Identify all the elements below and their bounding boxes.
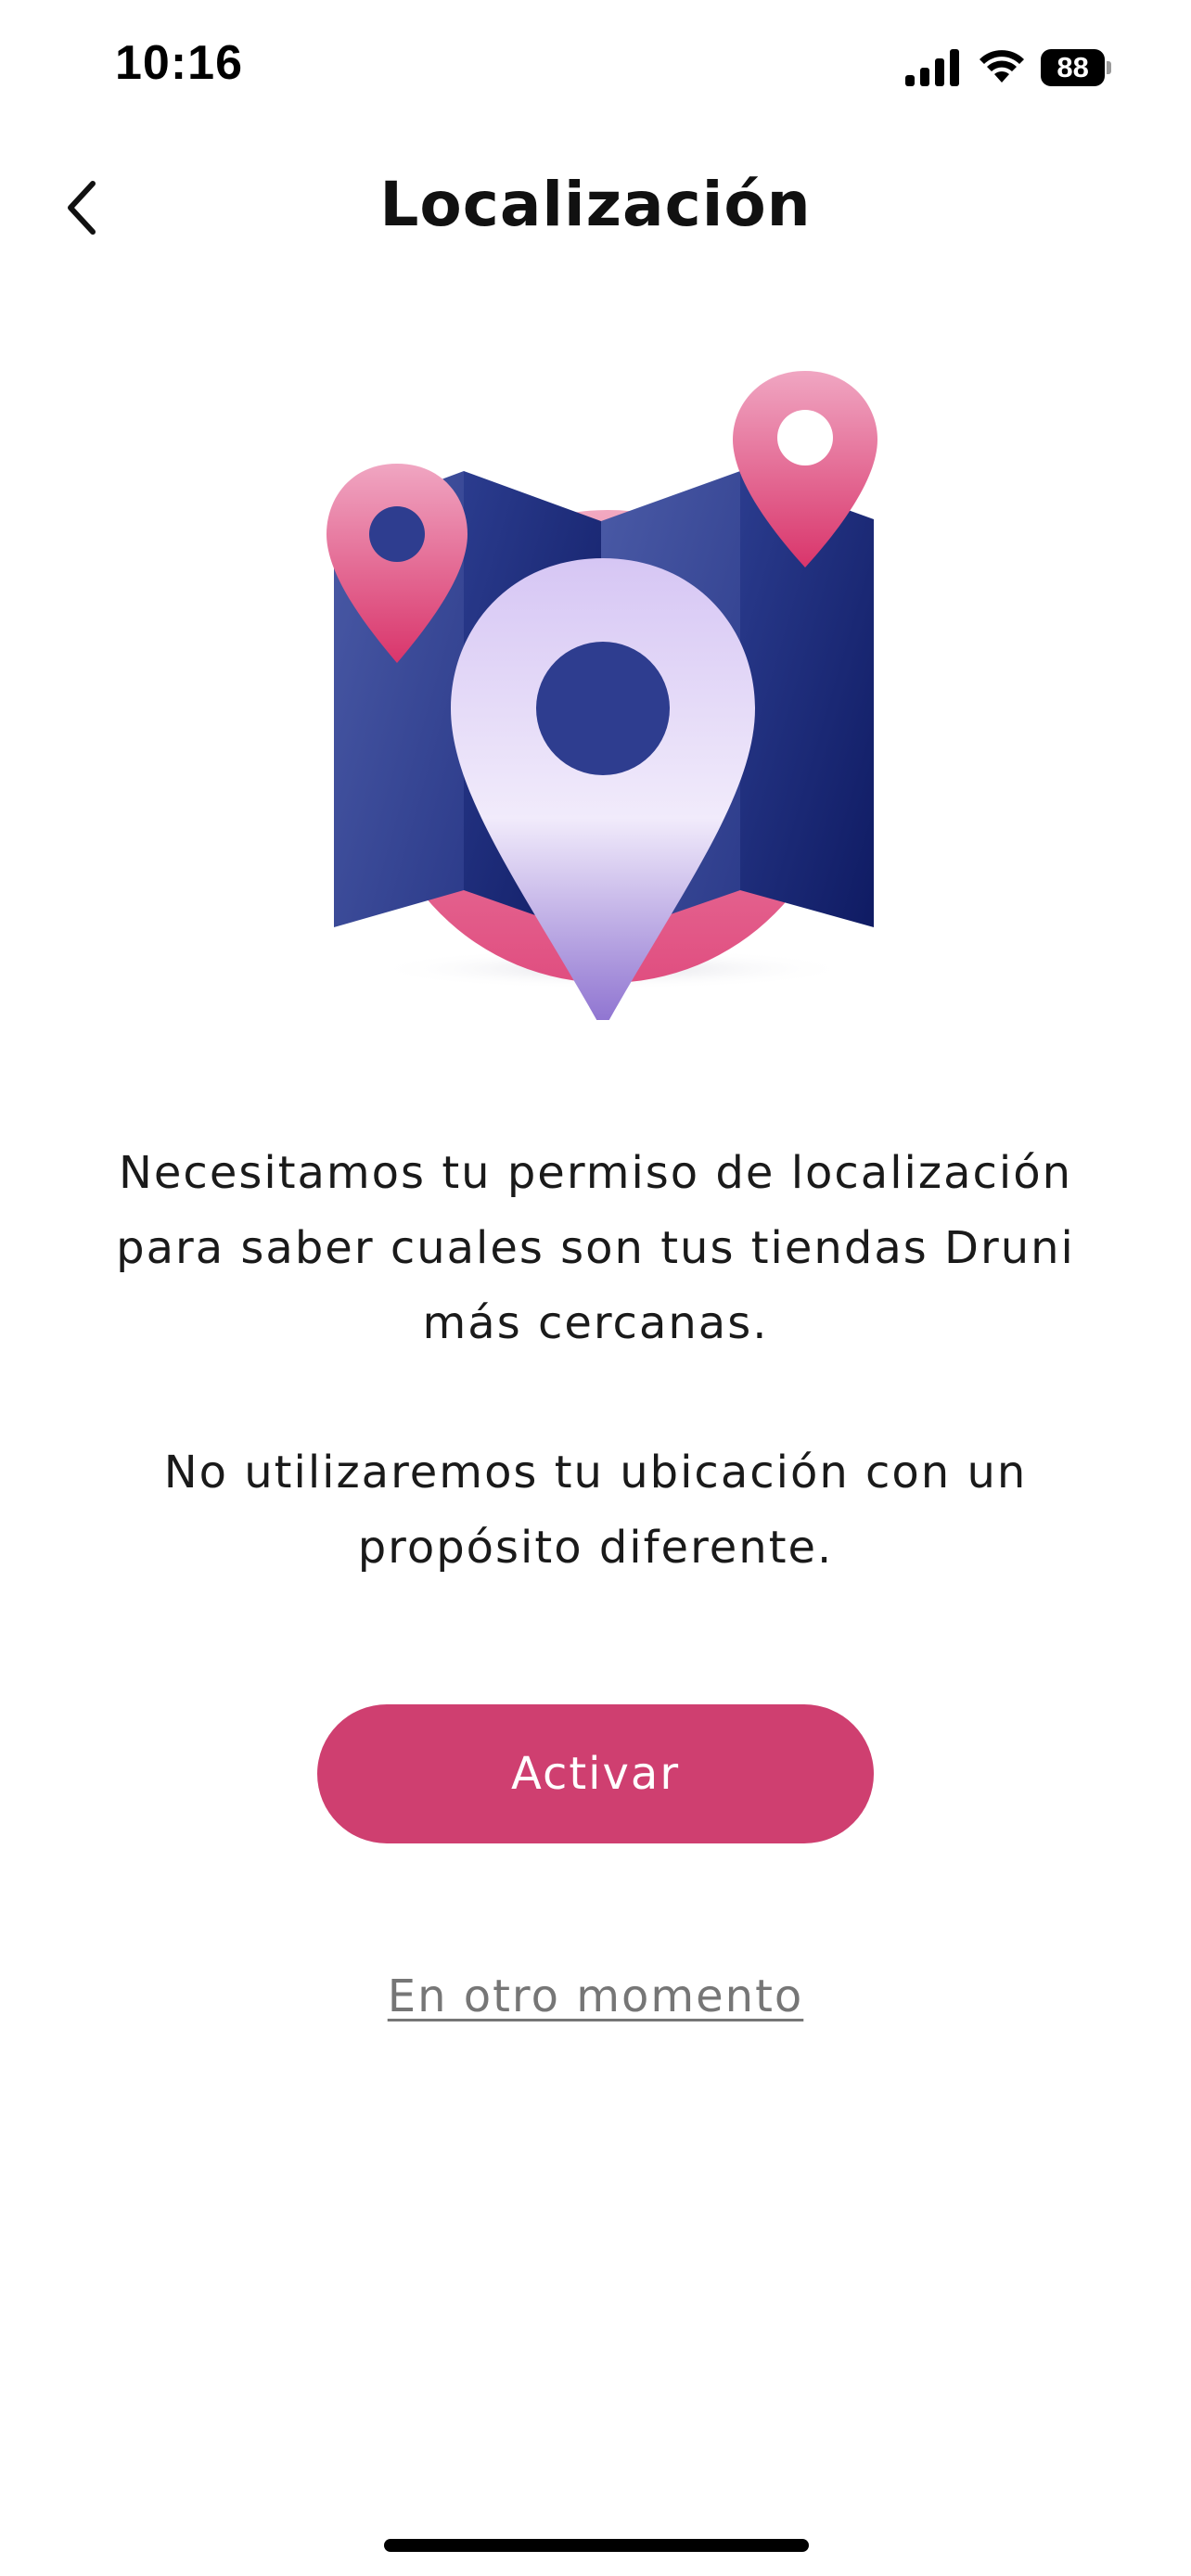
battery-icon: 88: [1041, 49, 1111, 86]
privacy-message-line-1: No utilizaremos tu ubicación con un: [163, 1447, 1028, 1498]
status-bar: 10:16 88: [0, 0, 1191, 139]
privacy-message: No utilizaremos tu ubicación con un prop…: [56, 1435, 1135, 1586]
permission-message-line-2: para saber cuales son tus tiendas Druni: [116, 1222, 1075, 1274]
nav-bar: Localización: [0, 158, 1191, 260]
home-indicator: [384, 2539, 809, 2552]
page-title: Localización: [379, 169, 812, 240]
battery-cap: [1107, 61, 1111, 74]
signal-icon: [905, 49, 959, 86]
permission-message-line-3: más cercanas.: [422, 1297, 769, 1349]
status-icons: 88: [905, 45, 1111, 91]
permission-message: Necesitamos tu permiso de localización p…: [56, 1136, 1135, 1361]
permission-message-line-1: Necesitamos tu permiso de localización: [118, 1147, 1072, 1199]
later-link[interactable]: En otro momento: [0, 1970, 1191, 2022]
status-time: 10:16: [115, 36, 243, 90]
activate-button[interactable]: Activar: [317, 1704, 874, 1843]
privacy-message-line-2: propósito diferente.: [357, 1522, 834, 1574]
wifi-icon: [980, 50, 1024, 83]
map-location-illustration: [327, 371, 877, 1020]
battery-level: 88: [1041, 49, 1106, 86]
